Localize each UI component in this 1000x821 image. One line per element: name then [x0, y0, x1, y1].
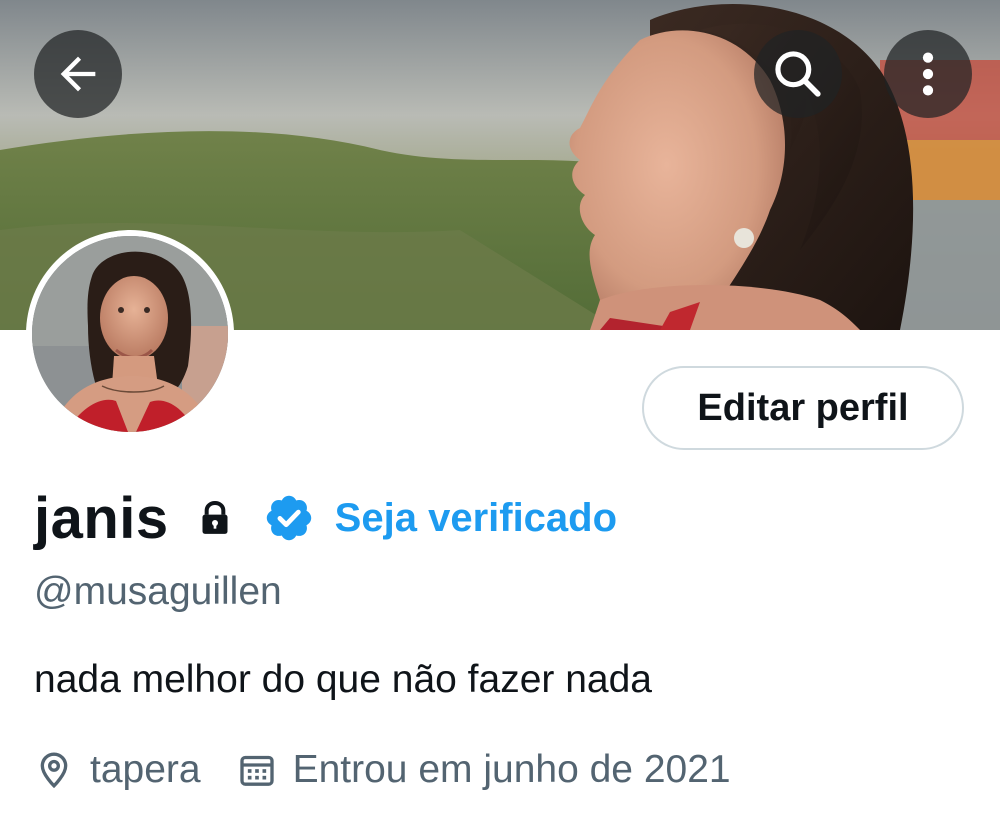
edit-profile-label: Editar perfil: [697, 386, 909, 429]
profile-name-row: janis Seja verificado: [34, 478, 617, 558]
profile-bio: nada melhor do que não fazer nada: [34, 658, 652, 701]
profile-location: tapera: [90, 748, 201, 791]
avatar[interactable]: [26, 230, 234, 438]
user-handle: @musaguillen: [34, 570, 282, 613]
profile-joined-date: Entrou em junho de 2021: [292, 748, 731, 791]
location-pin-icon: [34, 750, 74, 790]
edit-profile-button[interactable]: Editar perfil: [642, 366, 964, 450]
arrow-left-icon: [52, 48, 104, 100]
profile-meta-row: tapera Entrou em junho de 2021: [34, 748, 731, 792]
more-vertical-icon: [908, 46, 948, 102]
calendar-icon: [237, 750, 277, 790]
search-icon: [770, 46, 826, 102]
lock-icon: [195, 498, 235, 538]
get-verified-link[interactable]: Seja verificado: [335, 496, 617, 541]
avatar-image: [32, 236, 228, 432]
search-button[interactable]: [754, 30, 842, 118]
profile-page: Editar perfil janis Seja verificado @mus…: [0, 0, 1000, 821]
more-options-button[interactable]: [884, 30, 972, 118]
verified-badge-icon[interactable]: [263, 492, 315, 544]
back-button[interactable]: [34, 30, 122, 118]
display-name: janis: [34, 485, 169, 551]
